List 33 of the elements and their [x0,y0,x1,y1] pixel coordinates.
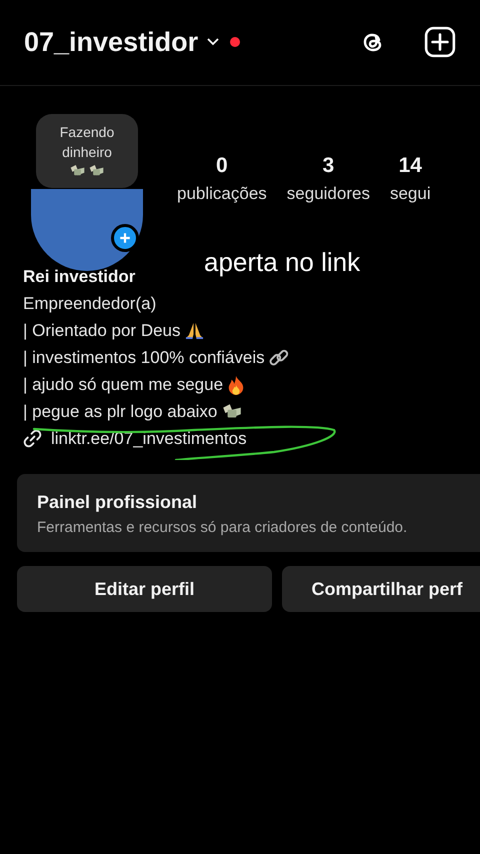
edit-profile-button[interactable]: Editar perfil [17,566,272,612]
stat-label[interactable]: segui [390,184,431,204]
display-name: Rei investidor [23,266,136,288]
bio-line: | ajudo só quem me segue [23,374,224,396]
stat-count[interactable]: 14 [398,154,422,178]
note-text: Fazendo dinheiro [58,123,116,162]
bio-line: | investimentos 100% confiáveis [23,347,265,369]
money-wings-icon [221,402,244,420]
share-profile-button[interactable]: Compartilhar perf [282,566,480,612]
money-wings-icon [69,164,86,178]
add-icon[interactable] [424,26,456,58]
stat-label[interactable]: seguidores [286,184,370,204]
account-name[interactable]: 07_investidor [24,26,198,58]
link-icon [23,429,42,448]
stat-label[interactable]: publicações [177,184,267,204]
avatar[interactable] [31,189,143,271]
bio-line: | pegue as plr logo abaixo [23,401,218,423]
note-tooltip[interactable]: Fazendo dinheiro [36,114,138,188]
chevron-down-icon[interactable] [206,37,220,47]
card-title: Painel profissional [37,492,198,513]
bio-line: | Orientado por Deus [23,320,180,342]
plus-icon [119,232,131,244]
professional-dashboard-card[interactable]: Painel profissional Ferramentas e recursos só para criadores de conteúdo. [17,474,480,552]
caption-text: aperta no link [204,247,360,278]
fire-icon [227,374,246,394]
stat-count[interactable]: 3 [322,154,334,178]
chain-link-icon [268,348,289,368]
money-wings-icon [88,164,105,178]
stat-count[interactable]: 0 [216,154,228,178]
card-subtitle: Ferramentas e recursos só para criadores de conteúdo. [37,519,408,536]
profile-link[interactable]: linktr.ee/07_investimentos [51,425,247,452]
category-label: Empreendedor(a) [23,293,156,315]
praying-hands-icon [184,321,204,340]
